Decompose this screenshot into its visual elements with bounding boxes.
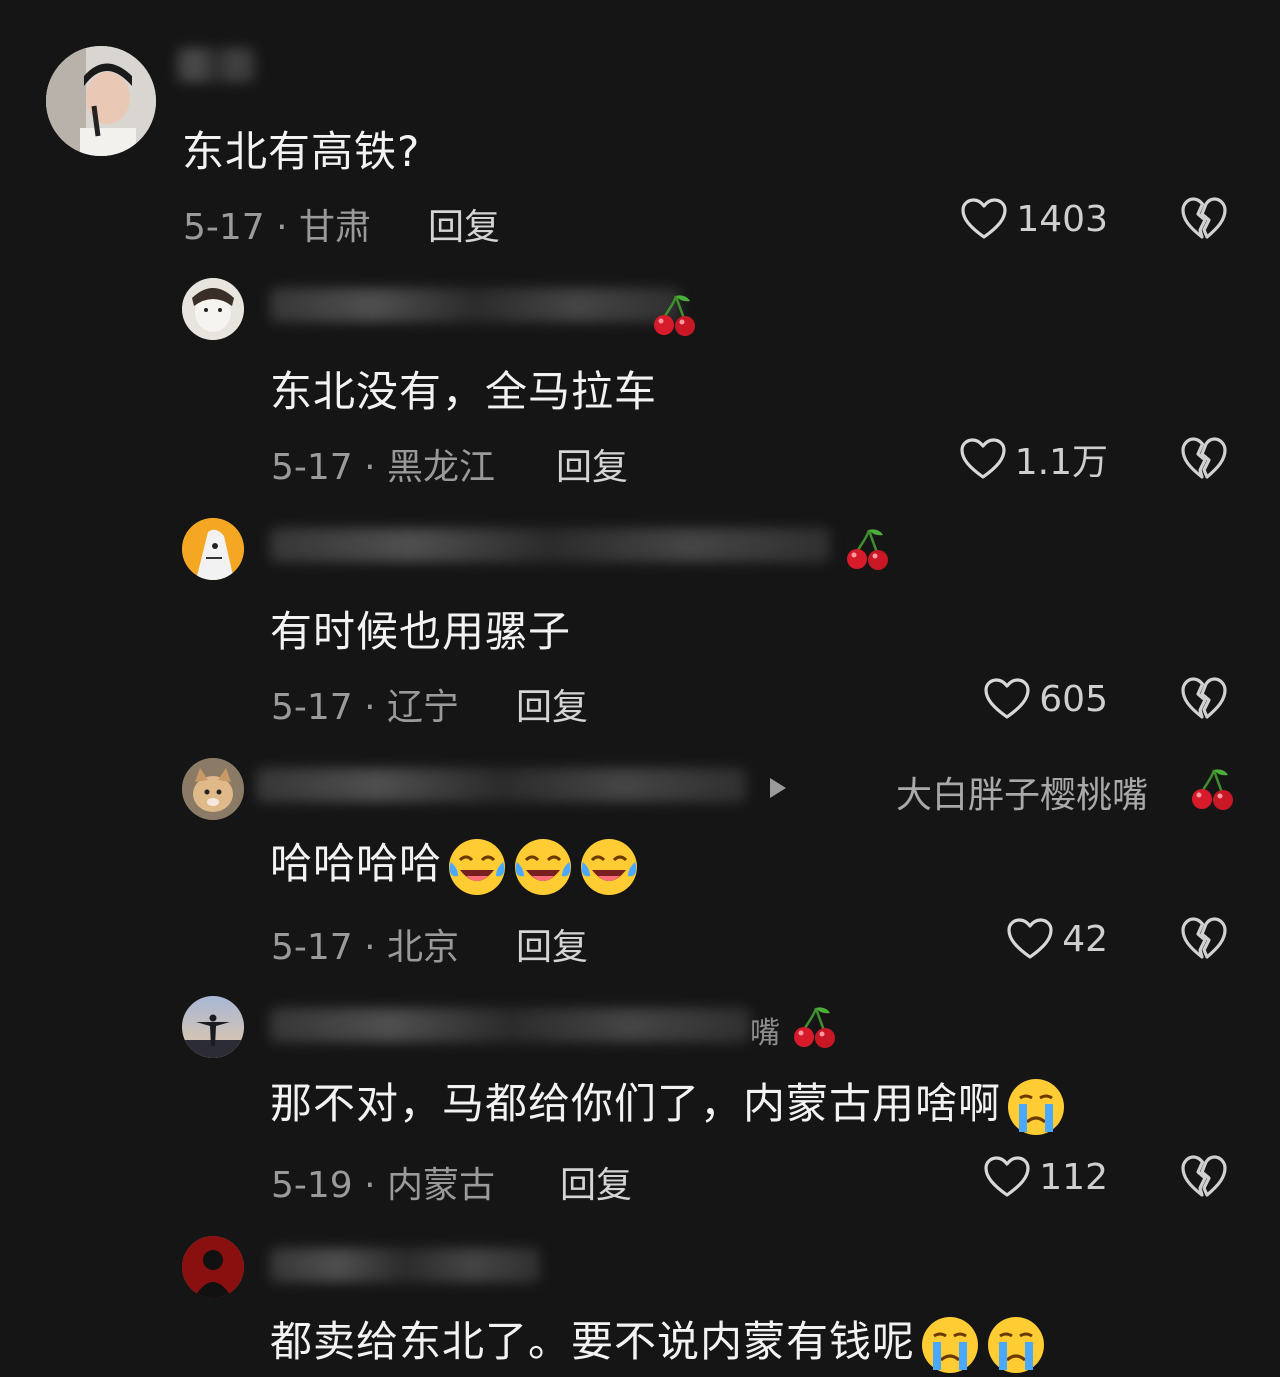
broken-heart-icon[interactable] <box>1180 675 1228 721</box>
like-count: 112 <box>1039 1156 1108 1198</box>
laughing-crying-emoji <box>512 836 574 898</box>
like-button[interactable]: 42 <box>1006 914 1108 964</box>
reply-button[interactable]: 回复 <box>428 198 500 250</box>
laughing-crying-emoji <box>446 836 508 898</box>
cherry-emoji <box>845 526 891 572</box>
username-tail[interactable]: 嘴 <box>750 1008 780 1052</box>
avatar[interactable] <box>182 278 244 340</box>
crying-face-emoji <box>1005 1076 1067 1138</box>
comment-text: 都卖给东北了。要不说内蒙有钱呢 <box>270 1308 1047 1376</box>
heart-outline-icon <box>959 437 1007 481</box>
avatar[interactable] <box>182 1236 244 1298</box>
comment-text: 那不对，马都给你们了，内蒙古用啥啊 <box>270 1070 1067 1138</box>
like-count: 1.1万 <box>1014 442 1108 483</box>
comment-date-location: 5-17 · 甘肃 <box>183 207 372 248</box>
avatar[interactable] <box>182 758 244 820</box>
broken-heart-icon[interactable] <box>1180 195 1228 241</box>
like-button[interactable]: 605 <box>983 674 1108 724</box>
comment-list: 东北有高铁? 5-17 · 甘肃 回复 1403 东北没有，全马拉车 5-17 … <box>0 0 1280 1377</box>
avatar[interactable] <box>46 46 156 156</box>
comment-date-location: 5-17 · 辽宁 <box>271 687 460 728</box>
crying-face-emoji <box>985 1314 1047 1376</box>
broken-heart-icon[interactable] <box>1180 915 1228 961</box>
heart-outline-icon <box>983 677 1031 721</box>
avatar[interactable] <box>182 996 244 1058</box>
cherry-emoji <box>1190 766 1236 812</box>
username-blurred[interactable] <box>176 48 256 82</box>
comment-text: 有时候也用骡子 <box>270 607 572 656</box>
avatar[interactable] <box>182 518 244 580</box>
comment-date-location: 5-19 · 内蒙古 <box>271 1165 496 1206</box>
heart-outline-icon <box>960 197 1008 241</box>
username-blurred[interactable] <box>270 1008 750 1042</box>
like-count: 605 <box>1039 678 1108 720</box>
reply-button[interactable]: 回复 <box>556 438 628 490</box>
reply-button[interactable]: 回复 <box>516 918 588 970</box>
reply-button[interactable]: 回复 <box>560 1156 632 1208</box>
reply-button[interactable]: 回复 <box>516 678 588 730</box>
broken-heart-icon[interactable] <box>1180 1153 1228 1199</box>
heart-outline-icon <box>983 1155 1031 1199</box>
username-blurred[interactable] <box>270 288 680 322</box>
like-count: 42 <box>1062 918 1108 960</box>
comment-date-location: 5-17 · 黑龙江 <box>271 447 496 488</box>
broken-heart-icon[interactable] <box>1180 435 1228 481</box>
comment-date-location: 5-17 · 北京 <box>271 927 460 968</box>
cherry-emoji <box>652 292 698 338</box>
comment-text: 东北没有，全马拉车 <box>270 367 658 416</box>
like-button[interactable]: 112 <box>983 1152 1108 1202</box>
reply-target-name[interactable]: 大白胖子樱桃嘴 <box>896 766 1148 818</box>
username-blurred[interactable] <box>256 768 746 802</box>
heart-outline-icon <box>1006 917 1054 961</box>
reply-to-arrow-icon <box>770 778 786 798</box>
like-button[interactable]: 1.1万 <box>959 434 1108 484</box>
like-count: 1403 <box>1016 198 1108 240</box>
laughing-crying-emoji <box>578 836 640 898</box>
comment-text: 东北有高铁? <box>182 127 421 176</box>
comment-text: 哈哈哈哈 <box>270 830 640 898</box>
username-blurred[interactable] <box>270 528 830 562</box>
like-button[interactable]: 1403 <box>960 194 1108 244</box>
cherry-emoji <box>792 1004 838 1050</box>
crying-face-emoji <box>919 1314 981 1376</box>
username-blurred[interactable] <box>270 1248 540 1282</box>
